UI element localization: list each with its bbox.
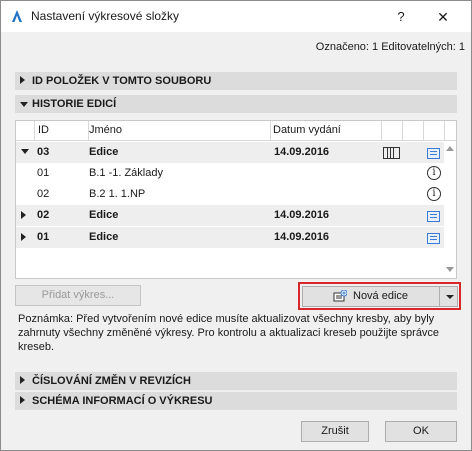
column-header-date[interactable]: Datum vydání (271, 121, 382, 140)
row-id: 03 (37, 146, 50, 158)
help-button[interactable]: ? (391, 7, 411, 27)
row-name: Edice (89, 231, 119, 243)
section-history[interactable]: HISTORIE EDICÍ (15, 95, 457, 113)
table-row[interactable]: 01 B.1 -1. Základy i (16, 163, 444, 184)
row-id: 02 (37, 209, 50, 221)
section-label: HISTORIE EDICÍ (32, 98, 117, 110)
selection-status: Označeno: 1 Editovatelných: 1 (315, 41, 465, 53)
section-label: ČÍSLOVÁNÍ ZMĚN V REVIZÍCH (32, 375, 191, 387)
add-drawing-button[interactable]: Přidat výkres... (15, 285, 141, 306)
collapse-down-icon[interactable] (21, 149, 29, 154)
row-id: 02 (37, 188, 50, 200)
column-header-name[interactable]: Jméno (89, 121, 271, 140)
cancel-button[interactable]: Zrušit (301, 421, 369, 442)
row-date: 14.09.2016 (274, 231, 330, 243)
scroll-up-icon[interactable] (446, 146, 454, 151)
row-date: 14.09.2016 (274, 209, 330, 221)
collapse-down-icon (20, 102, 28, 107)
section-revision-numbering[interactable]: ČÍSLOVÁNÍ ZMĚN V REVIZÍCH (15, 372, 457, 390)
expand-right-icon (20, 396, 25, 404)
window-title: Nastavení výkresové složky (31, 9, 180, 23)
drawings-icon (383, 147, 400, 159)
table-row[interactable]: 01 Edice 14.09.2016 (16, 227, 444, 248)
table-header: ID Jméno Datum vydání (16, 121, 456, 141)
section-label: ID POLOŽEK V TOMTO SOUBORU (32, 75, 212, 87)
issue-settings-icon[interactable] (427, 233, 440, 244)
ok-button[interactable]: OK (385, 421, 457, 442)
issue-settings-icon[interactable] (427, 148, 440, 159)
note-text: Poznámka: Před vytvořením nové edice mus… (18, 313, 440, 353)
title-bar: Nastavení výkresové složky ? ✕ (1, 1, 471, 32)
expand-right-icon[interactable] (21, 233, 26, 241)
table-row[interactable]: 02 Edice 14.09.2016 (16, 205, 444, 226)
table-row[interactable]: 02 B.2 1. 1.NP i (16, 184, 444, 205)
row-name: Edice (89, 209, 119, 221)
section-drawing-info-schema[interactable]: SCHÉMA INFORMACÍ O VÝKRESU (15, 392, 457, 410)
row-id: 01 (37, 167, 50, 179)
row-name: B.2 1. 1.NP (89, 188, 146, 200)
row-date: 14.09.2016 (274, 146, 330, 158)
section-id-items[interactable]: ID POLOŽEK V TOMTO SOUBORU (15, 72, 457, 90)
column-header-id[interactable]: ID (35, 121, 89, 140)
issue-history-table: ID Jméno Datum vydání 03 Edice 14.09.201… (15, 120, 457, 279)
expand-right-icon (20, 376, 25, 384)
issue-settings-icon[interactable] (427, 211, 440, 222)
row-name: B.1 -1. Základy (89, 167, 163, 179)
info-icon[interactable]: i (427, 166, 441, 180)
expand-right-icon[interactable] (21, 211, 26, 219)
expand-right-icon (20, 76, 25, 84)
close-button[interactable]: ✕ (433, 7, 453, 27)
section-label: SCHÉMA INFORMACÍ O VÝKRESU (32, 395, 213, 407)
row-name: Edice (89, 146, 119, 158)
table-scrollbar[interactable] (444, 140, 456, 278)
table-row[interactable]: 03 Edice 14.09.2016 (16, 142, 444, 163)
scroll-down-icon[interactable] (446, 267, 454, 272)
row-id: 01 (37, 231, 50, 243)
highlight-frame (298, 282, 461, 310)
info-icon[interactable]: i (427, 187, 441, 201)
drawing-set-settings-dialog: Nastavení výkresové složky ? ✕ Označeno:… (0, 0, 472, 451)
archicad-logo-icon (12, 10, 22, 22)
